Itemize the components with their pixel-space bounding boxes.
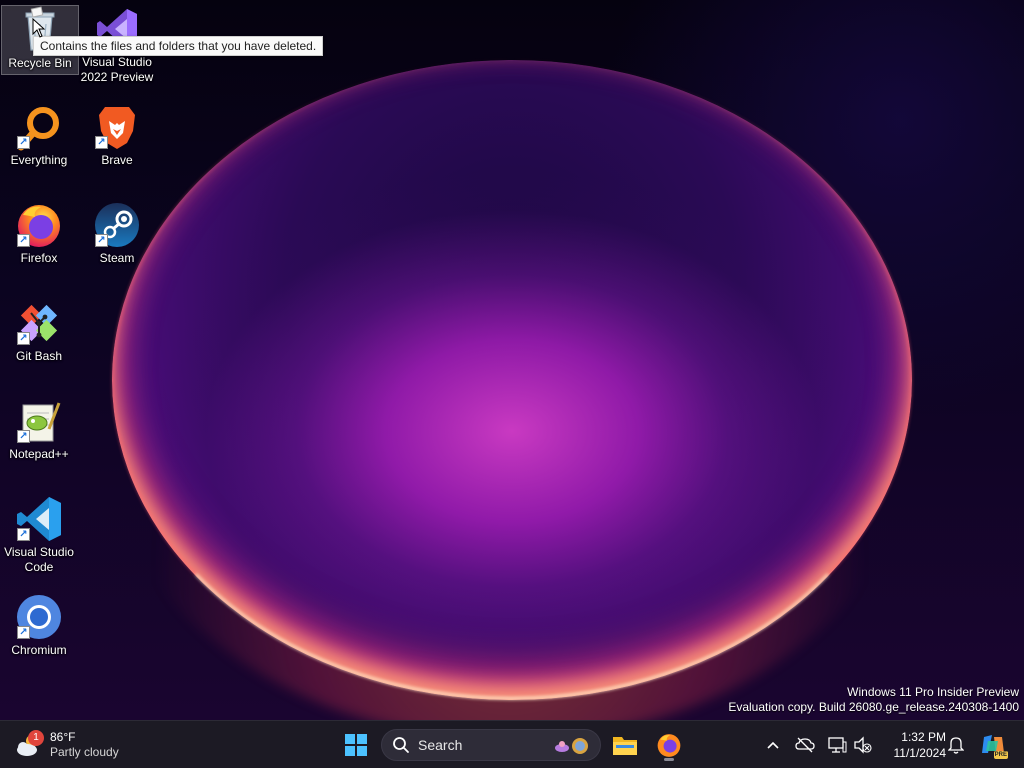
shortcut-arrow-icon: ↗ bbox=[17, 332, 30, 345]
weather-notification-badge: 1 bbox=[28, 730, 44, 746]
shortcut-arrow-icon: ↗ bbox=[17, 430, 30, 443]
vscode-icon: ↗ bbox=[15, 495, 63, 543]
start-button[interactable] bbox=[338, 727, 374, 763]
search-icon bbox=[393, 737, 409, 753]
clock-time: 1:32 PM bbox=[901, 730, 946, 744]
desktop-icon-label: Recycle Bin bbox=[8, 56, 72, 70]
active-app-indicator bbox=[664, 758, 674, 761]
notepad-plus-plus-icon: ↗ bbox=[15, 397, 63, 445]
shortcut-arrow-icon: ↗ bbox=[17, 136, 30, 149]
chromium-icon: ↗ bbox=[15, 593, 63, 641]
desktop-icon-label: Brave bbox=[101, 153, 133, 167]
shortcut-arrow-icon: ↗ bbox=[17, 234, 30, 247]
onedrive-offline-icon bbox=[795, 737, 815, 753]
firefox-icon: ↗ bbox=[15, 201, 63, 249]
notifications-button[interactable] bbox=[944, 733, 968, 757]
mouse-cursor-icon bbox=[32, 17, 46, 43]
file-explorer-icon bbox=[613, 737, 637, 755]
desktop-icon-notepad-plus-plus[interactable]: ↗ Notepad++ bbox=[0, 397, 78, 462]
desktop-icon-label: Visual Studio Code bbox=[4, 545, 74, 574]
desktop-icon-visual-studio-code[interactable]: ↗ Visual Studio Code bbox=[0, 495, 78, 575]
onedrive-tray-icon[interactable] bbox=[793, 733, 817, 757]
watermark-line-2: Evaluation copy. Build 26080.ge_release.… bbox=[728, 700, 1019, 714]
shortcut-arrow-icon: ↗ bbox=[17, 626, 30, 639]
desktop-icon-label: Git Bash bbox=[15, 349, 63, 363]
chevron-up-icon bbox=[767, 741, 779, 749]
copilot-button[interactable]: PRE bbox=[980, 733, 1008, 759]
desktop-icon-label: Notepad++ bbox=[9, 447, 69, 461]
copilot-preview-badge: PRE bbox=[993, 751, 1008, 759]
shortcut-arrow-icon: ↗ bbox=[95, 136, 108, 149]
taskbar-file-explorer-button[interactable] bbox=[607, 727, 643, 763]
desktop-icon-everything[interactable]: ↗ Everything bbox=[0, 103, 78, 168]
clock-date: 11/1/2024 bbox=[893, 746, 947, 760]
taskbar: 1 86°F Partly cloudy Search 1:32 PM 11/1… bbox=[0, 720, 1024, 768]
weather-widget[interactable]: 1 86°F Partly cloudy bbox=[14, 727, 119, 763]
firefox-icon bbox=[657, 734, 681, 757]
partly-cloudy-icon: 1 bbox=[14, 730, 44, 760]
shortcut-arrow-icon: ↗ bbox=[17, 528, 30, 541]
evaluation-watermark: Windows 11 Pro Insider Preview Evaluatio… bbox=[728, 685, 1019, 715]
taskbar-firefox-button[interactable] bbox=[651, 727, 687, 763]
weather-temperature: 86°F bbox=[50, 730, 76, 744]
shortcut-arrow-icon: ↗ bbox=[95, 234, 108, 247]
start-icon bbox=[345, 734, 367, 756]
taskbar-clock[interactable]: 1:32 PM 11/1/2024 bbox=[880, 729, 947, 761]
desktop-icon-label: Chromium bbox=[11, 643, 67, 657]
steam-icon: ↗ bbox=[93, 201, 141, 249]
show-hidden-icons-button[interactable] bbox=[761, 733, 785, 757]
search-placeholder: Search bbox=[418, 737, 463, 753]
desktop-icon-brave[interactable]: ↗ Brave bbox=[78, 103, 156, 168]
search-highlight-icon bbox=[555, 738, 588, 754]
desktop-icon-firefox[interactable]: ↗ Firefox bbox=[0, 201, 78, 266]
desktop-icon-steam[interactable]: ↗ Steam bbox=[78, 201, 156, 266]
desktop-icon-git-bash[interactable]: ↗ Git Bash bbox=[0, 299, 78, 364]
wallpaper-orb-rim bbox=[112, 60, 912, 700]
brave-lion-icon: ↗ bbox=[93, 103, 141, 151]
recycle-bin-tooltip: Contains the files and folders that you … bbox=[33, 36, 324, 56]
display-icon bbox=[828, 737, 847, 753]
bell-icon bbox=[948, 737, 964, 754]
desktop-icon-label: Firefox bbox=[20, 251, 58, 265]
desktop-icon-label: Visual Studio 2022 Preview bbox=[80, 55, 154, 84]
desktop-icon-chromium[interactable]: ↗ Chromium bbox=[0, 593, 78, 658]
git-bash-icon: ↗ bbox=[15, 299, 63, 347]
weather-condition: Partly cloudy bbox=[50, 745, 119, 759]
desktop-icon-label: Steam bbox=[99, 251, 135, 265]
speaker-muted-icon bbox=[854, 736, 872, 754]
everything-search-icon: ↗ bbox=[15, 103, 63, 151]
volume-tray-icon[interactable] bbox=[851, 733, 875, 757]
desktop-icon-label: Everything bbox=[10, 153, 68, 167]
network-tray-icon[interactable] bbox=[825, 733, 849, 757]
watermark-line-1: Windows 11 Pro Insider Preview bbox=[847, 685, 1019, 699]
taskbar-search-box[interactable]: Search bbox=[381, 729, 601, 761]
